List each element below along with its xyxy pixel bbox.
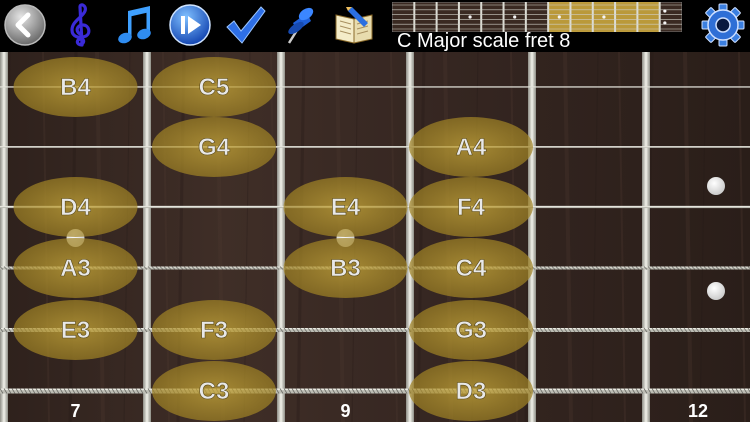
note-label: G3 (455, 317, 487, 344)
inlay-dot (707, 177, 725, 195)
clef-button[interactable] (57, 2, 103, 48)
push-pin-icon (287, 7, 314, 44)
fretboard[interactable]: B4 C5 G4 A4 D4 E4 F4 A3 B3 C4 E3 F3 G3 C3 D3 7 9 12 (0, 52, 750, 422)
scale-title: C Major scale fret 8 (397, 30, 571, 52)
string-highlight (0, 146, 750, 148)
check-button[interactable] (222, 2, 268, 48)
mini-fret-wire (457, 2, 460, 32)
fret-wire (0, 52, 8, 422)
mini-fret-wire (658, 2, 661, 32)
note-label: C3 (199, 378, 230, 405)
scale-note[interactable]: F3 (152, 300, 276, 360)
scale-note[interactable]: A3 (13, 238, 138, 298)
note-label: B3 (330, 255, 361, 282)
scale-note[interactable]: B3 (283, 238, 408, 298)
scale-note[interactable]: B4 (13, 57, 138, 117)
mini-fret-wire (569, 2, 572, 32)
open-book-icon (335, 7, 373, 44)
mini-fretboard-overview[interactable] (392, 2, 682, 32)
inlay-dot (707, 282, 725, 300)
note-label: C5 (199, 74, 230, 101)
note-label: F3 (200, 317, 228, 344)
back-arrow-icon (4, 4, 46, 46)
fret-number: 9 (340, 401, 350, 421)
mini-inlay-dot (513, 15, 517, 19)
scale-note[interactable]: G3 (409, 300, 533, 360)
scale-note[interactable]: C4 (409, 238, 533, 298)
note-label: C4 (456, 255, 487, 282)
scale-note[interactable]: E3 (13, 300, 138, 360)
note-label: D3 (456, 378, 487, 405)
mini-inlay-dot (663, 9, 667, 13)
scale-note[interactable]: A4 (409, 117, 533, 177)
play-next-icon (169, 4, 211, 46)
mini-fret-wire (636, 2, 639, 32)
scale-note[interactable]: E4 (283, 177, 408, 237)
mini-fret-wire (480, 2, 483, 32)
treble-clef-icon (70, 3, 91, 47)
fret-wire (528, 52, 536, 422)
fret-wire (406, 52, 414, 422)
fret-wire (277, 52, 285, 422)
pin-button[interactable] (276, 2, 322, 48)
mini-fret-wire (591, 2, 594, 32)
fret-number: 7 (70, 401, 80, 421)
toolbar: C Major scale fret 8 (0, 0, 750, 52)
book-button[interactable] (331, 2, 377, 48)
fret-wire (143, 52, 151, 422)
note-label: F4 (457, 194, 486, 221)
note-label: E3 (61, 317, 90, 344)
scale-note[interactable]: C3 (152, 361, 276, 421)
scale-note[interactable]: D4 (13, 177, 138, 237)
note-label: E4 (331, 194, 361, 221)
mini-fret-wire (614, 2, 617, 32)
note-label: A4 (456, 134, 487, 161)
mini-fret-wire (502, 2, 505, 32)
mini-fret-wire (547, 2, 550, 32)
mini-fret-wire (524, 2, 527, 32)
mini-fret-wire (435, 2, 438, 32)
mini-inlay-dot (557, 15, 561, 19)
scale-note[interactable]: G4 (152, 117, 276, 177)
mini-inlay-dot (602, 15, 606, 19)
note-label: A3 (60, 255, 91, 282)
fret-wire (642, 52, 650, 422)
play-button[interactable] (167, 2, 213, 48)
scale-note[interactable]: D3 (409, 361, 533, 421)
music-note-icon (118, 6, 151, 44)
back-button[interactable] (2, 2, 48, 48)
scale-note[interactable]: C5 (152, 57, 276, 117)
checkmark-icon (226, 6, 266, 44)
mini-inlay-dot (663, 21, 667, 25)
fret-number: 12 (688, 401, 708, 421)
note-label: B4 (60, 74, 91, 101)
mini-fret-wire (413, 2, 416, 32)
notes-button[interactable] (113, 2, 159, 48)
note-label: G4 (198, 134, 231, 161)
settings-button[interactable] (700, 2, 746, 48)
scale-note[interactable]: F4 (409, 177, 533, 237)
gear-icon (701, 3, 745, 47)
note-label: D4 (60, 194, 91, 221)
mini-inlay-dot (468, 15, 472, 19)
